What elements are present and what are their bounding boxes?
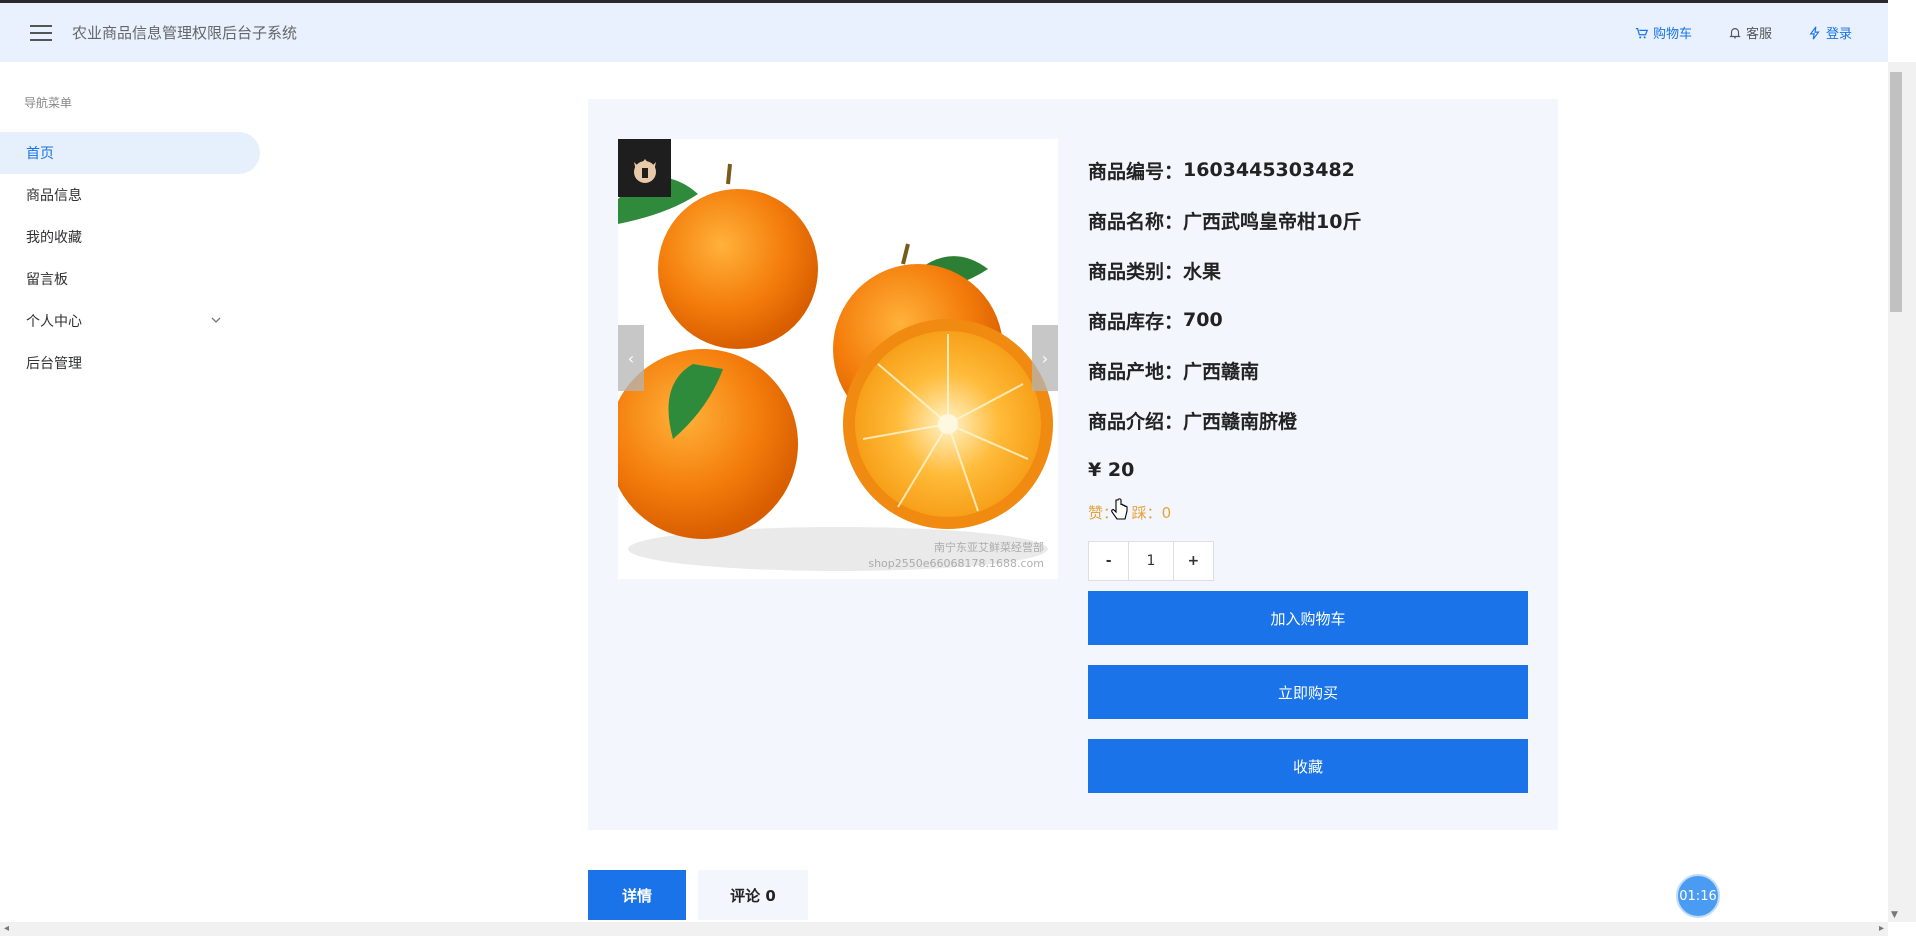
- product-image-carousel: ‹ › 南宁东亚艾鲜菜经营部 shop2550e66068178.1688.co…: [618, 139, 1058, 579]
- product-category-value: 水果: [1183, 260, 1222, 283]
- header-actions: 购物车 客服 登录: [1635, 23, 1852, 42]
- oranges-image: [618, 139, 1058, 579]
- sidebar-heading: 导航菜单: [24, 96, 73, 110]
- product-origin-value: 广西赣南: [1183, 360, 1260, 383]
- carousel-next-button[interactable]: ›: [1032, 325, 1058, 391]
- vertical-scrollbar[interactable]: ▼: [1888, 62, 1916, 922]
- login-link-label: 登录: [1825, 27, 1852, 42]
- sidebar-item-label: 留言板: [26, 272, 68, 288]
- sidebar: 导航菜单 首页 商品信息 我的收藏 留言板 个人中心 后台管理: [0, 62, 262, 936]
- carousel-prev-button[interactable]: ‹: [618, 325, 644, 391]
- login-link[interactable]: 登录: [1808, 23, 1852, 42]
- product-description-row: 商品介绍： 广西赣南脐橙: [1088, 395, 1538, 445]
- sidebar-item-home[interactable]: 首页: [0, 132, 260, 174]
- product-stock-row: 商品库存： 700: [1088, 295, 1538, 345]
- chevron-left-icon: ‹: [627, 348, 635, 368]
- hand-cursor-icon: [1111, 498, 1128, 520]
- bell-icon: [1729, 27, 1741, 38]
- image-watermark-line1: 南宁东亚艾鲜菜经营部: [934, 541, 1044, 554]
- dislike-label: 踩：: [1131, 503, 1162, 522]
- product-stock-value: 700: [1183, 309, 1223, 331]
- top-header: 农业商品信息管理权限后台子系统 购物车 客服 登录: [0, 0, 1888, 62]
- sidebar-item-products[interactable]: 商品信息: [0, 174, 262, 216]
- chevron-down-icon: [211, 317, 221, 323]
- field-label: 商品编号：: [1088, 160, 1184, 183]
- quantity-increase-button[interactable]: +: [1174, 542, 1213, 580]
- favorite-button[interactable]: 收藏: [1088, 739, 1528, 793]
- dislike-count: 0: [1161, 503, 1172, 522]
- tab-details[interactable]: 详情: [588, 870, 686, 920]
- quantity-stepper: - 1 +: [1088, 541, 1214, 581]
- sidebar-item-label: 商品信息: [26, 188, 82, 204]
- field-label: 商品名称：: [1088, 210, 1184, 233]
- product-description-value: 广西赣南脐橙: [1183, 410, 1298, 433]
- vote-counts: 赞：0 踩：0: [1088, 495, 1538, 529]
- scroll-right-icon[interactable]: ▸: [1879, 923, 1884, 934]
- product-card: ‹ › 南宁东亚艾鲜菜经营部 shop2550e66068178.1688.co…: [588, 99, 1558, 830]
- sidebar-item-label: 首页: [26, 146, 54, 162]
- buy-now-button[interactable]: 立即购买: [1088, 665, 1528, 719]
- price-value: 20: [1107, 459, 1135, 481]
- product-id-value: 1603445303482: [1183, 159, 1355, 181]
- sidebar-item-favorites[interactable]: 我的收藏: [0, 216, 262, 258]
- product-info: 商品编号： 1603445303482 商品名称： 广西武鸣皇帝柑10斤 商品类…: [1088, 145, 1538, 793]
- tab-comments[interactable]: 评论 0: [698, 870, 808, 920]
- sidebar-item-personal-center[interactable]: 个人中心: [0, 300, 262, 342]
- dislike-vote[interactable]: 踩：0: [1132, 502, 1172, 523]
- detail-tabs: 详情 评论 0: [588, 870, 808, 920]
- cart-icon: [1635, 27, 1649, 38]
- product-name-value: 广西武鸣皇帝柑10斤: [1183, 210, 1362, 233]
- chevron-right-icon: ›: [1041, 348, 1049, 368]
- service-link[interactable]: 客服: [1728, 23, 1772, 42]
- cart-link-label: 购物车: [1652, 27, 1692, 42]
- sidebar-item-label: 个人中心: [26, 314, 82, 330]
- horizontal-scrollbar[interactable]: ◂ ▸: [0, 922, 1888, 936]
- field-label: 商品类别：: [1088, 260, 1184, 283]
- add-to-cart-button[interactable]: 加入购物车: [1088, 591, 1528, 645]
- service-link-label: 客服: [1745, 27, 1772, 42]
- price-symbol: ¥: [1088, 459, 1102, 481]
- field-label: 商品介绍：: [1088, 410, 1184, 433]
- product-category-row: 商品类别： 水果: [1088, 245, 1538, 295]
- sidebar-item-label: 我的收藏: [26, 230, 82, 246]
- field-label: 商品产地：: [1088, 360, 1184, 383]
- product-price: ¥ 20: [1088, 445, 1538, 495]
- sidebar-item-message-board[interactable]: 留言板: [0, 258, 262, 300]
- product-id-row: 商品编号： 1603445303482: [1088, 145, 1538, 195]
- lightning-icon: [1809, 26, 1820, 39]
- crown-icon: [633, 159, 656, 183]
- scroll-down-icon[interactable]: ▼: [1891, 910, 1898, 920]
- sidebar-menu: 首页 商品信息 我的收藏 留言板 个人中心 后台管理: [0, 132, 262, 384]
- shop-logo: [618, 139, 671, 197]
- menu-toggle-icon[interactable]: [30, 24, 52, 41]
- field-label: 商品库存：: [1088, 310, 1184, 333]
- sidebar-item-admin[interactable]: 后台管理: [0, 342, 262, 384]
- image-watermark-line2: shop2550e66068178.1688.com: [868, 557, 1044, 570]
- quantity-input[interactable]: 1: [1128, 542, 1174, 580]
- timer-badge: 01:16: [1676, 874, 1720, 918]
- cart-link[interactable]: 购物车: [1635, 23, 1692, 42]
- quantity-decrease-button[interactable]: -: [1089, 542, 1128, 580]
- vertical-scrollbar-thumb[interactable]: [1890, 72, 1902, 312]
- app-title: 农业商品信息管理权限后台子系统: [72, 24, 298, 42]
- scroll-left-icon[interactable]: ◂: [4, 923, 9, 934]
- sidebar-item-label: 后台管理: [26, 356, 82, 372]
- page: 农业商品信息管理权限后台子系统 购物车 客服 登录 导航菜单 首页 商品信息 我…: [0, 0, 1916, 936]
- product-origin-row: 商品产地： 广西赣南: [1088, 345, 1538, 395]
- product-name-row: 商品名称： 广西武鸣皇帝柑10斤: [1088, 195, 1538, 245]
